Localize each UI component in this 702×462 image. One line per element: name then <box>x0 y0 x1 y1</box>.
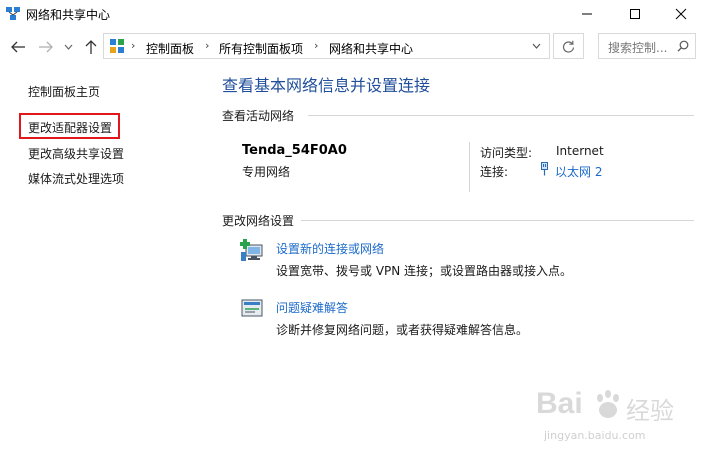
divider <box>301 220 694 221</box>
arrow-up-icon <box>85 40 97 54</box>
breadcrumb-separator: › <box>314 39 319 52</box>
address-row: › 控制面板 › 所有控制面板项 › 网络和共享中心 搜索控制... <box>0 30 702 64</box>
ethernet-link[interactable]: 以太网 2 <box>555 163 602 180</box>
network-type: 专用网络 <box>242 165 291 179</box>
access-type-value: Internet <box>556 144 604 158</box>
baidu-watermark: Bai 经验 jingyan.baidu.com <box>536 385 696 455</box>
breadcrumb-network-center[interactable]: 网络和共享中心 <box>329 40 413 57</box>
search-icon <box>677 40 689 52</box>
divider <box>469 142 470 192</box>
arrow-right-icon <box>39 41 53 53</box>
sidebar-item-home[interactable]: 控制面板主页 <box>28 83 100 100</box>
search-placeholder: 搜索控制... <box>608 41 668 55</box>
page-title: 查看基本网络信息并设置连接 <box>222 76 431 95</box>
breadcrumb-all-items[interactable]: 所有控制面板项 <box>219 40 303 57</box>
paw-icon <box>597 390 619 418</box>
close-icon <box>675 8 687 20</box>
new-connection-icon <box>240 239 263 261</box>
maximize-icon <box>630 9 640 19</box>
window-title: 网络和共享中心 <box>26 8 111 22</box>
search-box[interactable]: 搜索控制... <box>598 33 696 59</box>
recent-locations-button[interactable] <box>62 38 74 56</box>
connection-label: 连接: <box>480 165 509 179</box>
network-sharing-icon <box>6 7 20 20</box>
up-button[interactable] <box>82 38 100 56</box>
close-button[interactable] <box>658 0 702 28</box>
network-name: Tenda_54F0A0 <box>242 143 347 158</box>
sidebar-item-advanced-sharing[interactable]: 更改高级共享设置 <box>28 145 124 162</box>
breadcrumb-separator: › <box>205 39 210 52</box>
troubleshoot-icon <box>241 299 263 317</box>
troubleshoot-desc: 诊断并修复网络问题，或者获得疑难解答信息。 <box>276 323 529 337</box>
title-bar: 网络和共享中心 <box>0 0 702 28</box>
setup-connection-desc: 设置宽带、拨号或 VPN 连接；或设置路由器或接入点。 <box>276 264 573 278</box>
watermark-brand-right: 经验 <box>626 397 674 425</box>
control-panel-icon <box>110 39 124 53</box>
chevron-down-icon <box>64 44 72 50</box>
minimize-icon <box>582 13 592 15</box>
ethernet-icon <box>541 162 548 176</box>
sidebar-item-media-streaming[interactable]: 媒体流式处理选项 <box>28 170 124 187</box>
change-settings-heading: 更改网络设置 <box>222 214 295 228</box>
sidebar-item-change-adapter[interactable]: 更改适配器设置 <box>28 119 112 136</box>
back-button[interactable] <box>9 38 27 56</box>
minimize-button[interactable] <box>564 0 610 28</box>
maximize-button[interactable] <box>612 0 658 28</box>
refresh-button[interactable] <box>553 33 584 59</box>
divider <box>308 115 694 116</box>
breadcrumb-separator: › <box>131 39 136 52</box>
refresh-icon <box>562 40 575 53</box>
arrow-left-icon <box>11 41 25 53</box>
address-bar[interactable]: › 控制面板 › 所有控制面板项 › 网络和共享中心 <box>103 33 550 59</box>
watermark-brand-left: Bai <box>536 387 583 420</box>
chevron-down-icon[interactable] <box>532 43 541 49</box>
active-networks-heading: 查看活动网络 <box>222 109 295 123</box>
troubleshoot-link[interactable]: 问题疑难解答 <box>276 299 348 316</box>
watermark-url: jingyan.baidu.com <box>544 429 646 442</box>
breadcrumb-control-panel[interactable]: 控制面板 <box>146 40 194 57</box>
setup-connection-link[interactable]: 设置新的连接或网络 <box>276 240 384 257</box>
forward-button[interactable] <box>37 38 55 56</box>
access-type-label: 访问类型: <box>480 146 533 160</box>
